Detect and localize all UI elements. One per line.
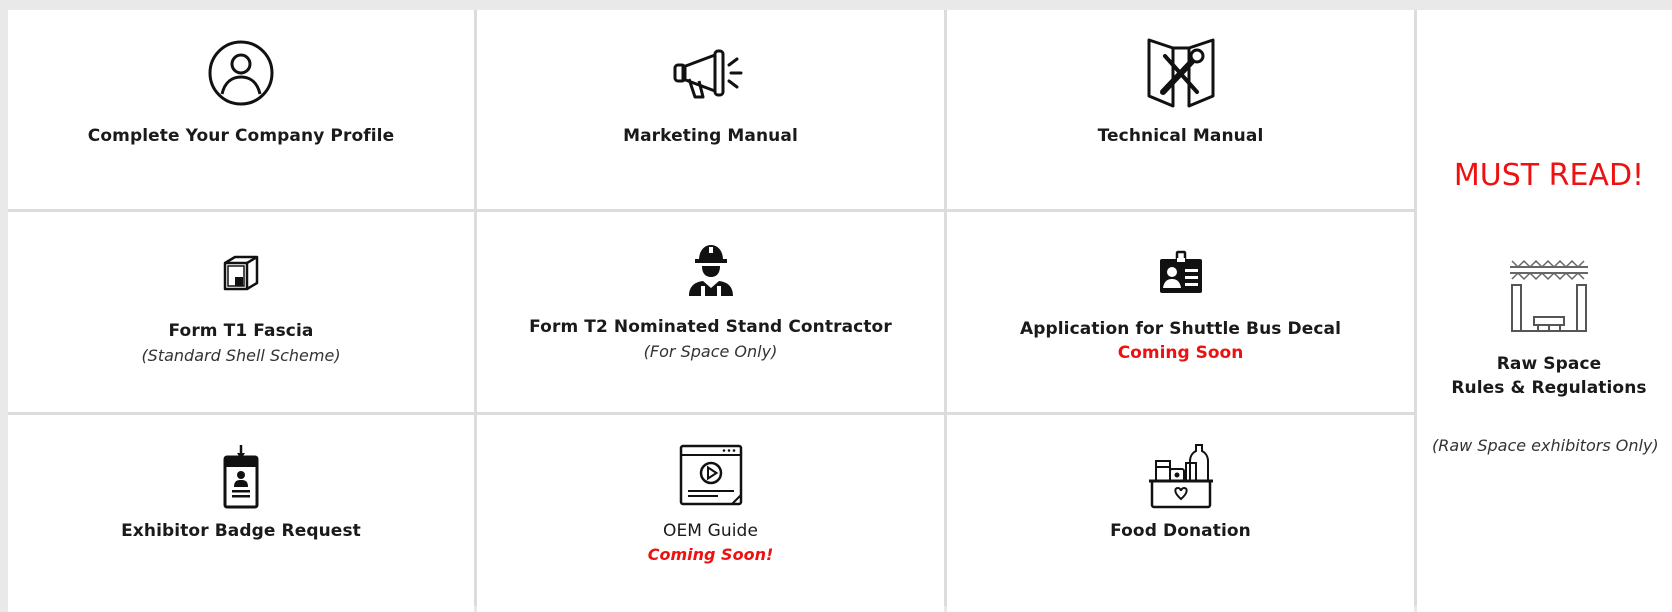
booth-icon [8, 253, 474, 293]
tile-form-t2-contractor[interactable]: Form T2 Nominated Stand Contractor (For … [477, 212, 944, 412]
contractor-icon [477, 242, 944, 298]
tile-raw-space-rules[interactable]: MUST READ! Raw Space Rules & Regulations… [1417, 10, 1672, 612]
tile-title: Technical Manual [1097, 126, 1264, 146]
raw-space-title-line1: Raw Space [1496, 354, 1602, 374]
tile-form-t1-fascia[interactable]: Form T1 Fascia (Standard Shell Scheme) [8, 212, 474, 412]
tile-title: Complete Your Company Profile [87, 126, 395, 146]
tile-title: Marketing Manual [623, 126, 798, 146]
user-profile-icon [8, 38, 474, 108]
tile-technical-manual[interactable]: Technical Manual [947, 10, 1414, 209]
tile-shuttle-bus-decal[interactable]: Application for Shuttle Bus Decal Coming… [947, 212, 1414, 412]
raw-space-stage-icon [1417, 257, 1672, 339]
coming-soon-label: Coming Soon! [647, 545, 774, 564]
tile-oem-guide[interactable]: OEM Guide Coming Soon! [477, 415, 944, 612]
must-read-heading: MUST READ! [1453, 158, 1645, 193]
exhibitor-resources-grid: Complete Your Company Profile Marketing … [8, 10, 1672, 612]
coming-soon-label: Coming Soon [1117, 343, 1244, 363]
tools-manual-icon [947, 34, 1414, 110]
food-box-icon [947, 441, 1414, 511]
tile-marketing-manual[interactable]: Marketing Manual [477, 10, 944, 209]
id-card-icon [947, 250, 1414, 296]
tile-title: Application for Shuttle Bus Decal [1019, 319, 1342, 339]
tile-title: Form T1 Fascia [168, 321, 314, 341]
megaphone-icon [477, 43, 944, 103]
tile-title: OEM Guide [662, 521, 758, 541]
tile-title: Exhibitor Badge Request [121, 521, 361, 541]
tile-subtitle: (For Space Only) [643, 342, 778, 361]
tile-food-donation[interactable]: Food Donation [947, 415, 1414, 612]
tile-exhibitor-badge-request[interactable]: Exhibitor Badge Request [8, 415, 474, 612]
tile-title: Form T2 Nominated Stand Contractor [529, 317, 892, 337]
tile-title: Food Donation [1110, 521, 1251, 541]
badge-icon [8, 443, 474, 511]
tile-subtitle: (Standard Shell Scheme) [141, 346, 341, 365]
video-guide-icon [477, 443, 944, 509]
raw-space-title-line2: Rules & Regulations [1451, 378, 1647, 398]
raw-space-note: (Raw Space exhibitors Only) [1432, 436, 1659, 455]
tile-company-profile[interactable]: Complete Your Company Profile [8, 10, 474, 209]
